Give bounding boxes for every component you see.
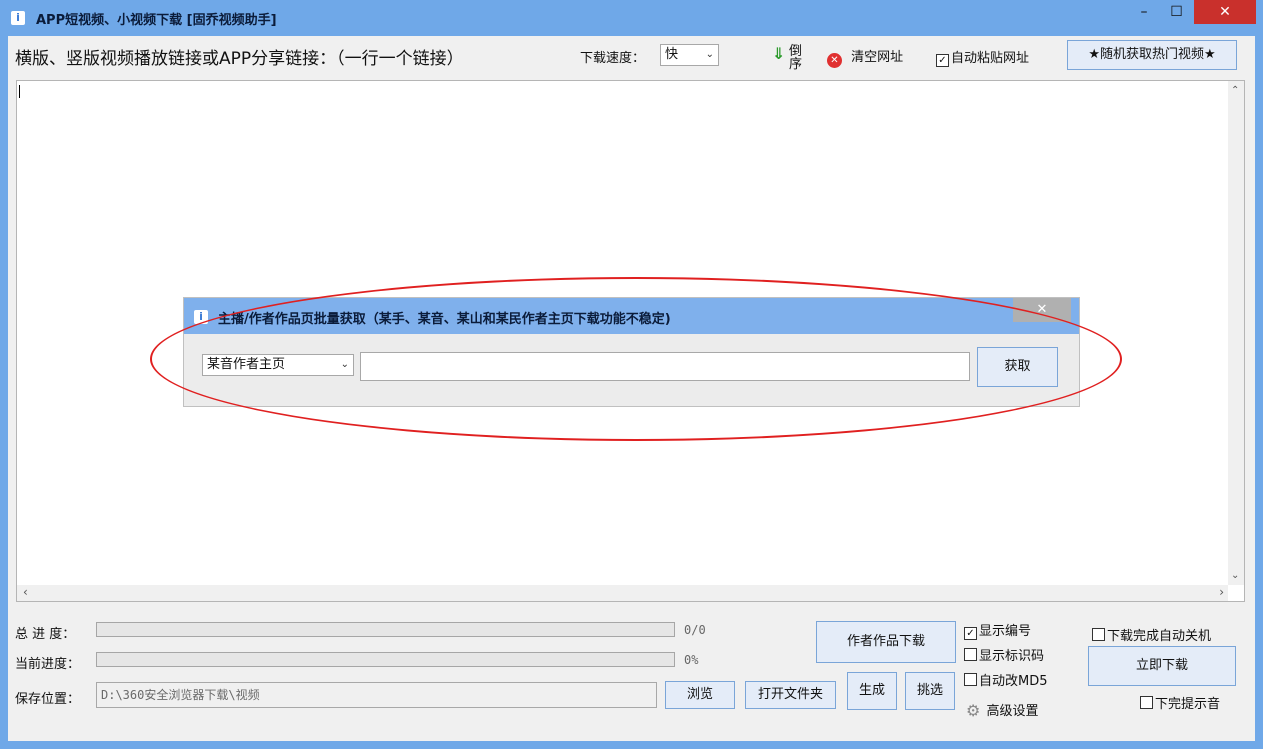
advanced-settings-label: 高级设置: [986, 704, 1039, 719]
total-progress-bar: [96, 622, 675, 637]
total-progress-text: 0/0: [684, 623, 706, 637]
reverse-label-2: 序: [789, 57, 803, 72]
pick-button[interactable]: 挑选: [905, 672, 955, 710]
author-url-input[interactable]: [360, 352, 970, 381]
fetch-button[interactable]: 获取: [977, 347, 1058, 387]
app-window: i APP短视频、小视频下载 [固乔视频助手] – ☐ ✕ 横版、竖版视频播放链…: [0, 0, 1263, 749]
batch-fetch-dialog: i 主播/作者作品页批量获取（某手、某音、某山和某民作者主页下载功能不稳定) ✕…: [183, 297, 1080, 407]
auto-paste-checkbox[interactable]: ✓: [936, 54, 949, 67]
save-location-label: 保存位置：: [15, 692, 81, 707]
finish-sound-toggle[interactable]: 下完提示音: [1140, 693, 1220, 712]
dialog-close-button[interactable]: ✕: [1013, 298, 1071, 322]
download-now-button[interactable]: 立即下载: [1088, 646, 1236, 686]
show-id-label: 显示标识码: [979, 649, 1045, 664]
dialog-title-bar: i 主播/作者作品页批量获取（某手、某音、某山和某民作者主页下载功能不稳定) ✕: [184, 298, 1079, 334]
browse-button[interactable]: 浏览: [665, 681, 735, 709]
scroll-up-icon[interactable]: ⌃: [1231, 85, 1239, 96]
arrow-down-icon: ⇓: [772, 44, 786, 63]
source-type-value: 某音作者主页: [207, 357, 286, 372]
app-icon: i: [11, 11, 25, 25]
close-button[interactable]: ✕: [1194, 0, 1256, 24]
gear-icon: ⚙: [966, 701, 981, 720]
auto-md5-toggle[interactable]: 自动改MD5: [964, 670, 1048, 689]
window-title: APP短视频、小视频下载 [固乔视频助手]: [36, 13, 277, 28]
current-progress-text: 0%: [684, 653, 699, 667]
auto-md5-checkbox[interactable]: [964, 673, 977, 686]
show-id-toggle[interactable]: 显示标识码: [964, 645, 1044, 664]
speed-label: 下载速度：: [580, 51, 646, 66]
link-input-label: 横版、竖版视频播放链接或APP分享链接：（一行一个链接）: [15, 49, 464, 69]
clear-label: 清空网址: [851, 50, 904, 65]
current-progress-label: 当前进度：: [15, 657, 81, 672]
save-path-field[interactable]: D:\360安全浏览器下载\视频: [96, 682, 657, 708]
show-id-checkbox[interactable]: [964, 648, 977, 661]
source-type-select[interactable]: 某音作者主页 ⌄: [202, 354, 354, 376]
speed-select[interactable]: 快 ⌄: [660, 44, 719, 66]
generate-button[interactable]: 生成: [847, 672, 897, 710]
speed-select-value: 快: [665, 47, 679, 62]
dialog-title: 主播/作者作品页批量获取（某手、某音、某山和某民作者主页下载功能不稳定): [218, 312, 671, 327]
random-hot-video-button[interactable]: ★随机获取热门视频★: [1067, 40, 1237, 70]
total-progress-label: 总 进 度：: [15, 627, 76, 642]
open-folder-button[interactable]: 打开文件夹: [745, 681, 836, 709]
auto-shutdown-checkbox[interactable]: [1092, 628, 1105, 641]
clear-icon: ✕: [827, 53, 842, 68]
dialog-app-icon: i: [194, 310, 208, 324]
text-cursor: [19, 85, 20, 98]
show-number-label: 显示编号: [979, 624, 1032, 639]
chevron-down-icon: ⌄: [705, 49, 714, 60]
auto-paste-label: 自动粘贴网址: [951, 51, 1030, 66]
scroll-down-icon[interactable]: ⌄: [1231, 570, 1239, 581]
scroll-left-icon[interactable]: ‹: [23, 585, 28, 599]
auto-shutdown-toggle[interactable]: 下载完成自动关机: [1092, 625, 1211, 644]
scroll-right-icon[interactable]: ›: [1219, 585, 1224, 599]
maximize-button[interactable]: ☐: [1160, 0, 1193, 26]
current-progress-bar: [96, 652, 675, 667]
advanced-settings-button[interactable]: ⚙ 高级设置: [966, 700, 1039, 720]
author-works-download-button[interactable]: 作者作品下载: [816, 621, 956, 663]
minimize-button[interactable]: –: [1130, 0, 1158, 26]
show-number-toggle[interactable]: ✓ 显示编号: [964, 620, 1031, 640]
finish-sound-label: 下完提示音: [1155, 697, 1221, 712]
vertical-scrollbar[interactable]: ⌃ ⌄: [1228, 81, 1244, 585]
title-bar: i APP短视频、小视频下载 [固乔视频助手] – ☐ ✕: [0, 0, 1263, 36]
show-number-checkbox[interactable]: ✓: [964, 627, 977, 640]
auto-paste-toggle[interactable]: ✓ 自动粘贴网址: [936, 47, 1029, 67]
chevron-down-icon: ⌄: [340, 359, 349, 370]
horizontal-scrollbar[interactable]: ‹ ›: [17, 585, 1228, 601]
finish-sound-checkbox[interactable]: [1140, 696, 1153, 709]
auto-md5-label: 自动改MD5: [979, 674, 1048, 689]
clear-urls-button[interactable]: ✕ 清空网址: [827, 46, 903, 68]
auto-shutdown-label: 下载完成自动关机: [1107, 629, 1212, 644]
